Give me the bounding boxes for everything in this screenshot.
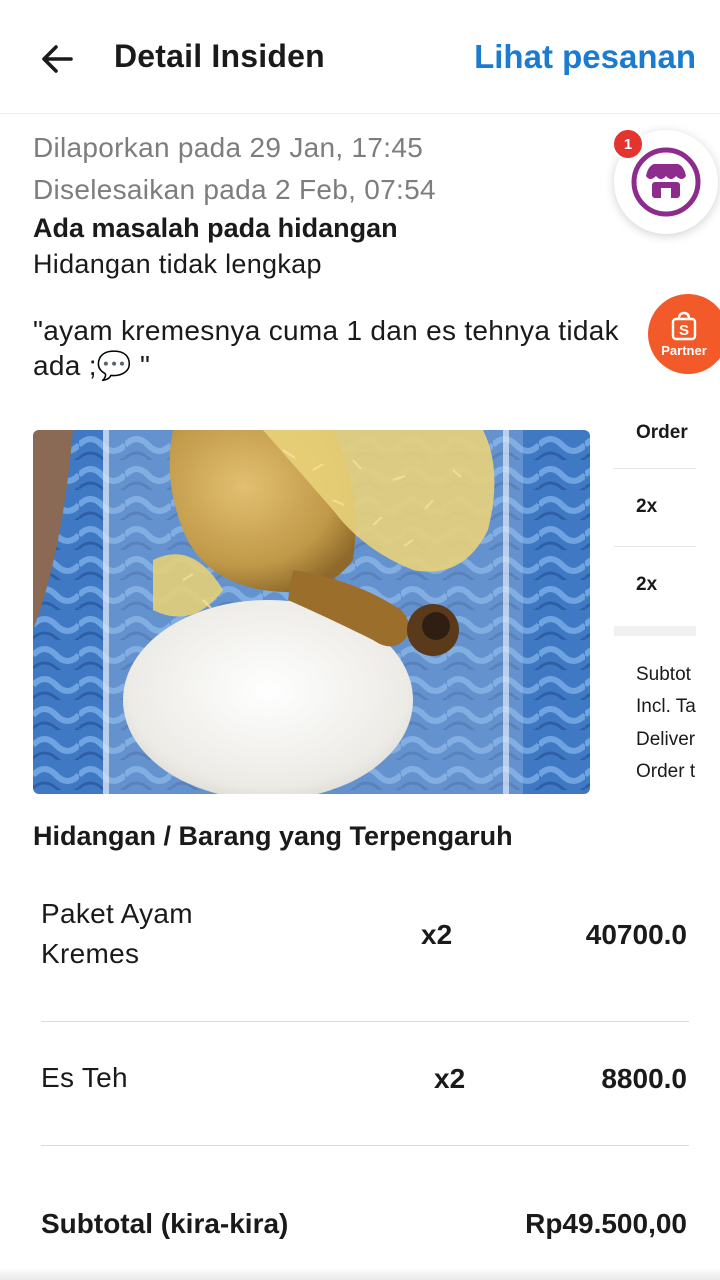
partner-letter: S xyxy=(679,322,689,339)
order-summary-peek[interactable]: Order 2x 2x Subtot Incl. Ta Deliver Orde… xyxy=(614,410,720,800)
peek-summary-line: Order t xyxy=(636,761,696,782)
peek-summary-line: Incl. Ta xyxy=(636,696,696,717)
peek-separator xyxy=(614,626,696,636)
peek-summary-line: Deliver xyxy=(636,729,696,750)
peek-divider xyxy=(614,468,696,469)
item-qty: x2 xyxy=(421,919,453,950)
item-qty: x2 xyxy=(434,1063,466,1094)
item-divider xyxy=(41,1021,689,1022)
back-button[interactable] xyxy=(34,36,80,82)
customer-comment: "ayam kremesnya cuma 1 dan es tehnya tid… xyxy=(33,315,619,381)
resolved-date: Diselesaikan pada 2 Feb, 07:54 xyxy=(33,174,436,205)
partner-label: Partner xyxy=(661,342,707,358)
issue-detail: Hidangan tidak lengkap xyxy=(33,249,322,279)
item-price: 8800.0 xyxy=(601,1063,687,1094)
affected-items-title: Hidangan / Barang yang Terpengaruh xyxy=(33,821,513,851)
back-arrow-icon xyxy=(42,45,73,73)
issue-title: Ada masalah pada hidangan xyxy=(33,213,398,243)
app-header: Detail Insiden Lihat pesanan xyxy=(0,0,720,114)
bottom-edge xyxy=(0,1268,720,1280)
peek-row-qty: 2x xyxy=(636,496,658,517)
view-order-link[interactable]: Lihat pesanan xyxy=(474,38,696,76)
item-price: 40700.0 xyxy=(585,919,687,950)
shop-icon xyxy=(631,147,701,217)
peek-heading: Order xyxy=(636,422,688,443)
reported-date: Dilaporkan pada 29 Jan, 17:45 xyxy=(33,132,424,163)
item-divider xyxy=(41,1145,689,1146)
subtotal-value: Rp49.500,00 xyxy=(525,1208,687,1239)
peek-divider xyxy=(614,546,696,547)
item-name: Paket Ayam Kremes xyxy=(41,898,193,969)
incident-photo[interactable] xyxy=(33,430,590,794)
page-title: Detail Insiden xyxy=(114,38,325,74)
partner-floating-button[interactable]: S Partner xyxy=(648,294,720,374)
subtotal-label: Subtotal (kira-kira) xyxy=(41,1208,289,1239)
peek-summary-line: Subtot xyxy=(636,664,691,685)
peek-row-qty: 2x xyxy=(636,574,658,595)
item-name: Es Teh xyxy=(41,1062,128,1093)
notification-badge: 1 xyxy=(612,128,644,160)
partner-bag-icon: S xyxy=(671,311,697,340)
